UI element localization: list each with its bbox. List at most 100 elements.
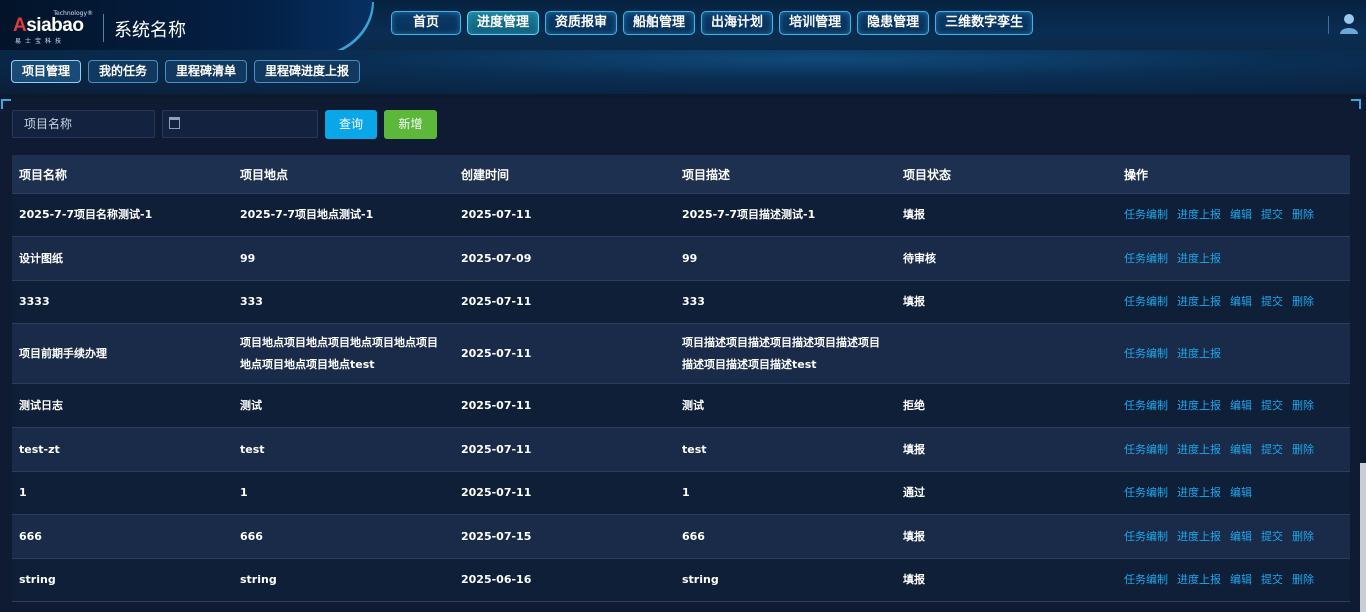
- add-button[interactable]: 新增: [384, 110, 437, 139]
- table-row: 设计图纸 99 2025-07-09 99 待审核 任务编制 进度上报: [12, 236, 1350, 281]
- column-header: 项目地点: [233, 155, 454, 194]
- sub-nav-bar: 项目管理 我的任务 里程碑清单 里程碑进度上报: [0, 50, 1366, 94]
- action-link[interactable]: 进度上报: [1177, 347, 1221, 360]
- cell-name: 1: [12, 471, 233, 515]
- cell-actions: 任务编制 进度上报 编辑 提交 删除: [1117, 427, 1350, 472]
- action-link[interactable]: 删除: [1292, 573, 1314, 586]
- action-link[interactable]: 任务编制: [1124, 399, 1168, 412]
- project-table: 项目名称 项目地点 创建时间 项目描述 项目状态 操作 2025-7-7项目名称测试-1 2…: [12, 155, 1350, 602]
- sub-nav-item[interactable]: 项目管理: [11, 60, 82, 83]
- table-row: 测试日志 测试 2025-07-11 测试 拒绝 任务编制 进度上报 编辑 提交 删除: [12, 383, 1350, 428]
- action-link[interactable]: 任务编制: [1124, 530, 1168, 543]
- panel-corner-decoration: [1351, 99, 1361, 109]
- action-link[interactable]: 进度上报: [1177, 573, 1221, 586]
- system-name: 系统名称: [114, 20, 186, 41]
- table-row: 666 666 2025-07-15 666 填报 任务编制 进度上报 编辑 提交 删除: [12, 514, 1350, 559]
- action-link[interactable]: 进度上报: [1177, 486, 1221, 499]
- action-link[interactable]: 提交: [1261, 208, 1283, 221]
- cell-actions: 任务编制 进度上报: [1117, 323, 1350, 384]
- action-link[interactable]: 提交: [1261, 295, 1283, 308]
- action-link[interactable]: 进度上报: [1177, 399, 1221, 412]
- cell-desc: 333: [675, 280, 896, 324]
- action-link[interactable]: 进度上报: [1177, 252, 1221, 265]
- table-row: test-zt test 2025-07-11 test 填报 任务编制 进度上报 编辑 提交删…: [12, 427, 1350, 472]
- table-row: 项目前期手续办理 项目地点项目地点项目地点项目地点项目地点项目地点项目地点test…: [12, 323, 1350, 384]
- cell-actions: 任务编制 进度上报: [1117, 236, 1350, 281]
- action-link[interactable]: 编辑: [1230, 443, 1252, 456]
- action-link[interactable]: 任务编制: [1124, 443, 1168, 456]
- query-button[interactable]: 查询: [325, 110, 377, 139]
- action-link[interactable]: 提交: [1261, 399, 1283, 412]
- action-link[interactable]: 删除: [1292, 443, 1314, 456]
- nav-item[interactable]: 出海计划: [701, 11, 774, 35]
- cell-status: 填报: [896, 558, 1117, 602]
- action-link[interactable]: 删除: [1292, 530, 1314, 543]
- user-separator: [1328, 16, 1329, 34]
- sub-nav-item[interactable]: 里程碑清单: [165, 60, 248, 83]
- cell-location: 333: [233, 280, 454, 324]
- company-logo: Technology® Asiabao 易士宝科技: [13, 10, 93, 45]
- action-link[interactable]: 任务编制: [1124, 208, 1168, 221]
- logo-text: Asiabao: [13, 15, 84, 36]
- cell-created: 2025-07-15: [454, 514, 675, 559]
- action-link[interactable]: 编辑: [1230, 399, 1252, 412]
- action-link[interactable]: 提交: [1261, 443, 1283, 456]
- scrollbar[interactable]: [1360, 463, 1366, 612]
- action-link[interactable]: 任务编制: [1124, 573, 1168, 586]
- cell-name: test-zt: [12, 427, 233, 472]
- action-link[interactable]: 进度上报: [1177, 208, 1221, 221]
- cell-name: 3333: [12, 280, 233, 324]
- cell-actions: 任务编制 进度上报 编辑: [1117, 471, 1350, 515]
- cell-actions: 任务编制 进度上报 编辑 提交 删除: [1117, 280, 1350, 324]
- cell-desc: 测试: [675, 383, 896, 428]
- action-link[interactable]: 进度上报: [1177, 443, 1221, 456]
- action-link[interactable]: 编辑: [1230, 208, 1252, 221]
- cell-desc: 1: [675, 471, 896, 515]
- action-link[interactable]: 删除: [1292, 399, 1314, 412]
- nav-item[interactable]: 资质报审: [545, 11, 618, 35]
- action-link[interactable]: 删除: [1292, 295, 1314, 308]
- nav-item[interactable]: 船舶管理: [623, 11, 696, 35]
- action-link[interactable]: 任务编制: [1124, 295, 1168, 308]
- table-row: 2025-7-7项目名称测试-1 2025-7-7项目地点测试-1 2025-07-…: [12, 193, 1350, 237]
- action-link[interactable]: 编辑: [1230, 486, 1252, 499]
- main-nav: 首页 进度管理 资质报审 船舶管理 出海计划 培训管理 隐患管理 三维数字孪生: [391, 11, 1034, 36]
- action-link[interactable]: 任务编制: [1124, 347, 1168, 360]
- column-header: 项目名称: [12, 155, 233, 194]
- column-header: 创建时间: [454, 155, 675, 194]
- action-link[interactable]: 提交: [1261, 573, 1283, 586]
- cell-created: 2025-07-11: [454, 383, 675, 428]
- cell-status: 填报: [896, 280, 1117, 324]
- nav-item[interactable]: 培训管理: [779, 11, 852, 35]
- action-link[interactable]: 进度上报: [1177, 295, 1221, 308]
- action-link[interactable]: 任务编制: [1124, 486, 1168, 499]
- nav-item[interactable]: 进度管理: [467, 11, 540, 35]
- nav-item[interactable]: 隐患管理: [857, 11, 930, 35]
- nav-item[interactable]: 首页: [391, 11, 461, 35]
- sub-nav-item[interactable]: 我的任务: [88, 60, 159, 83]
- logo-panel: Technology® Asiabao 易士宝科技 系统名称: [0, 0, 372, 55]
- user-icon[interactable]: [1338, 12, 1360, 36]
- sub-nav-item[interactable]: 里程碑进度上报: [254, 60, 361, 83]
- cell-location: string: [233, 558, 454, 602]
- action-link[interactable]: 进度上报: [1177, 530, 1221, 543]
- cell-name: 666: [12, 514, 233, 559]
- date-picker-input[interactable]: [162, 110, 318, 138]
- cell-created: 2025-07-11: [454, 323, 675, 384]
- project-name-input[interactable]: 项目名称: [12, 110, 155, 138]
- cell-status: 待审核: [896, 236, 1117, 281]
- action-link[interactable]: 编辑: [1230, 295, 1252, 308]
- cell-status: 拒绝: [896, 383, 1117, 428]
- cell-created: 2025-07-11: [454, 280, 675, 324]
- action-link[interactable]: 编辑: [1230, 573, 1252, 586]
- action-link[interactable]: 编辑: [1230, 530, 1252, 543]
- cell-location: 项目地点项目地点项目地点项目地点项目地点项目地点项目地点test: [233, 323, 454, 384]
- cell-desc: 666: [675, 514, 896, 559]
- nav-item[interactable]: 三维数字孪生: [935, 11, 1034, 35]
- cell-desc: 项目描述项目描述项目描述项目描述项目描述项目描述项目描述test: [675, 323, 896, 384]
- action-link[interactable]: 删除: [1292, 208, 1314, 221]
- cell-actions: 任务编制 进度上报 编辑 提交 删除: [1117, 383, 1350, 428]
- action-link[interactable]: 提交: [1261, 530, 1283, 543]
- table-header-row: 项目名称 项目地点 创建时间 项目描述 项目状态 操作: [12, 155, 1350, 194]
- action-link[interactable]: 任务编制: [1124, 252, 1168, 265]
